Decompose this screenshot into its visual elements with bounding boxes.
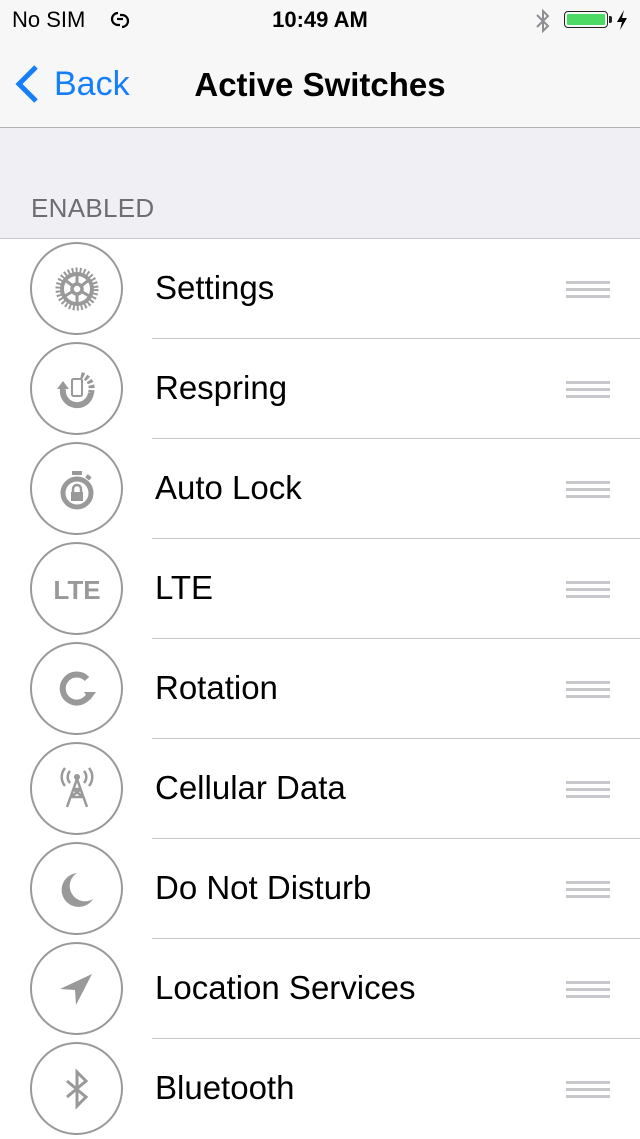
list-item[interactable]: Cellular Data xyxy=(0,739,640,839)
location-arrow-icon xyxy=(59,973,92,1005)
item-label: LTE xyxy=(155,569,214,606)
list-item[interactable]: Respring xyxy=(0,339,640,439)
item-label: Bluetooth xyxy=(155,1069,295,1106)
list-item[interactable]: LTE LTE xyxy=(0,539,640,639)
reorder-handle[interactable] xyxy=(566,281,610,298)
reorder-handle[interactable] xyxy=(566,381,610,398)
rotation-icon xyxy=(59,671,96,705)
icon-circle xyxy=(30,942,123,1035)
icon-circle xyxy=(30,242,123,335)
battery-icon xyxy=(564,11,608,28)
battery-level xyxy=(567,14,605,25)
stopwatch-lock-icon xyxy=(60,470,93,509)
cell-tower-icon xyxy=(60,766,93,807)
item-label: Settings xyxy=(155,269,275,306)
reorder-handle[interactable] xyxy=(566,681,610,698)
reorder-handle[interactable] xyxy=(566,581,610,598)
item-label: Rotation xyxy=(155,669,278,706)
icon-circle xyxy=(30,642,123,735)
switch-list: Settings Respring Auto Lock LTE LTE Rota… xyxy=(0,238,640,1139)
item-label: Auto Lock xyxy=(155,469,302,506)
item-label: Cellular Data xyxy=(155,769,346,806)
page-title: Active Switches xyxy=(194,66,446,103)
list-item[interactable]: Bluetooth xyxy=(0,1039,640,1139)
battery-tip xyxy=(609,16,612,23)
icon-circle xyxy=(30,742,123,835)
status-bar: No SIM 10:49 AM xyxy=(0,0,640,40)
charging-bolt-icon xyxy=(617,10,627,30)
reorder-handle[interactable] xyxy=(566,1081,610,1098)
item-label: Respring xyxy=(155,369,288,406)
item-label: Do Not Disturb xyxy=(155,869,372,906)
lte-icon: LTE xyxy=(53,575,100,605)
icon-circle xyxy=(30,842,123,935)
reorder-handle[interactable] xyxy=(566,781,610,798)
list-item[interactable]: Rotation xyxy=(0,639,640,739)
section-header-enabled: ENABLED xyxy=(31,193,155,223)
moon-icon xyxy=(61,872,93,907)
icon-circle xyxy=(30,442,123,535)
reorder-handle[interactable] xyxy=(566,981,610,998)
icon-circle xyxy=(30,1042,123,1135)
navigation-bar: Back Active Switches xyxy=(0,40,640,128)
respring-icon xyxy=(56,371,95,408)
list-item[interactable]: Settings xyxy=(0,239,640,339)
reorder-handle[interactable] xyxy=(566,881,610,898)
gear-icon xyxy=(55,267,98,310)
lte-icon-text: LTE xyxy=(53,575,100,605)
icon-circle xyxy=(30,342,123,435)
list-item[interactable]: Do Not Disturb xyxy=(0,839,640,939)
reorder-handle[interactable] xyxy=(566,481,610,498)
icon-circle: LTE xyxy=(30,542,123,635)
bluetooth-icon xyxy=(65,1067,88,1110)
bluetooth-status-icon xyxy=(536,8,550,34)
item-label: Location Services xyxy=(155,969,416,1006)
list-item[interactable]: Auto Lock xyxy=(0,439,640,539)
list-item[interactable]: Location Services xyxy=(0,939,640,1039)
